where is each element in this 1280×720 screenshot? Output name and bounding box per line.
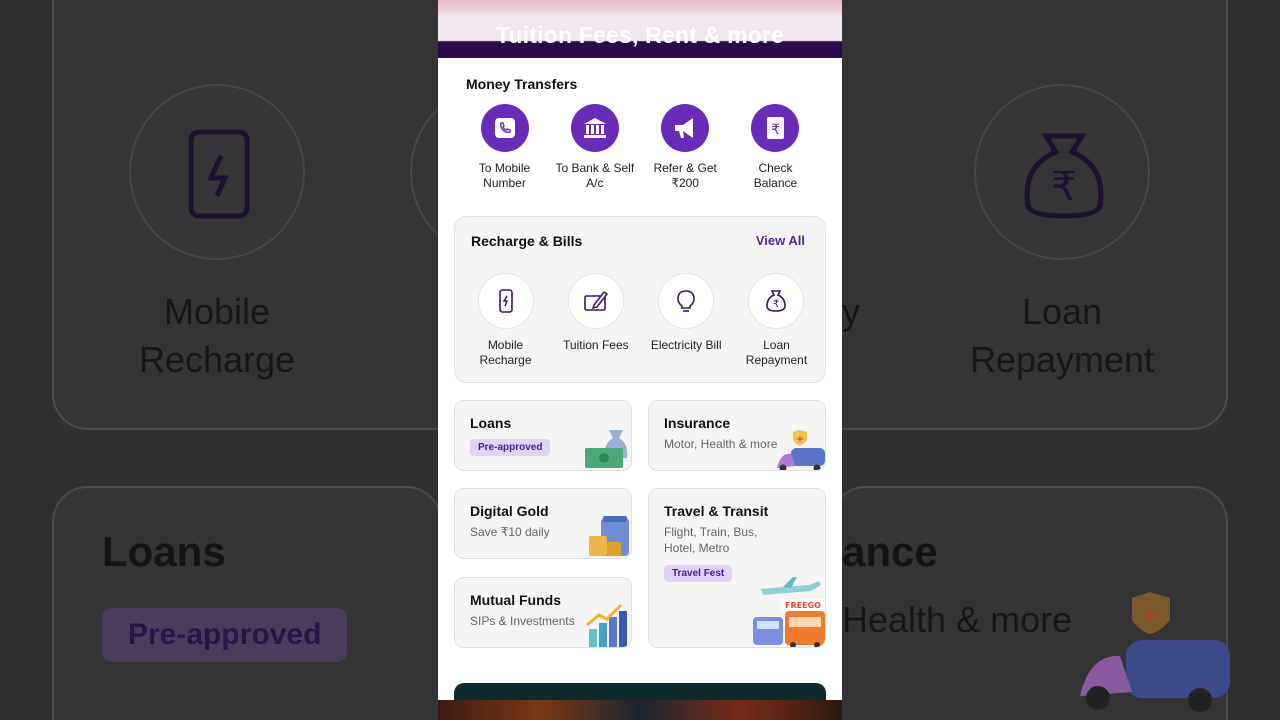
insurance-tile[interactable]: Insurance Motor, Health & more +: [648, 400, 826, 471]
tuition-icon: [567, 273, 624, 329]
insurance-title: Insurance: [664, 415, 731, 431]
loans-tile[interactable]: Loans Pre-approved: [454, 400, 632, 471]
banner-title: Tuition Fees, Rent & more: [495, 22, 785, 48]
mutual-funds-title: Mutual Funds: [470, 592, 561, 608]
mutual-funds-subtitle: SIPs & Investments: [470, 614, 575, 628]
electricity-bill-button[interactable]: Electricity Bill: [642, 273, 731, 368]
promo-label: FREEGO: [785, 601, 821, 610]
loan-repayment-label: Loan Repayment: [745, 338, 808, 367]
bg-mobile-recharge-label: Mobile Recharge: [138, 291, 296, 380]
mobile-recharge-label: Mobile Recharge: [479, 338, 532, 367]
digital-gold-title: Digital Gold: [470, 503, 549, 519]
mobile-charge-icon: [477, 273, 534, 329]
travel-vehicles-icon: FREEGO: [753, 577, 825, 647]
to-mobile-number-button[interactable]: To Mobile Number: [460, 104, 549, 191]
bulb-icon: [658, 273, 715, 329]
bg-mobile-circle: [129, 84, 305, 260]
refer-and-get-label: Refer & Get ₹200: [653, 161, 717, 190]
bg-loans-card: [52, 486, 442, 720]
bg-car-scooter-icon: +: [1080, 592, 1230, 712]
svg-text:₹: ₹: [1051, 164, 1076, 210]
growth-chart-icon: [586, 603, 627, 647]
to-bank-label: To Bank & Self A/c: [555, 161, 635, 190]
mutual-funds-tile[interactable]: Mutual Funds SIPs & Investments: [454, 577, 632, 648]
tuition-fees-label: Tuition Fees: [563, 338, 629, 352]
money-stack-icon: [585, 430, 628, 468]
bank-icon: [570, 104, 619, 152]
bg-insurance-partial: ance: [842, 528, 938, 575]
electricity-bill-label: Electricity Bill: [650, 338, 722, 352]
travel-title: Travel & Transit: [664, 503, 769, 519]
mobile-recharge-button[interactable]: Mobile Recharge: [461, 273, 550, 368]
money-transfers-row: To Mobile Number To Bank & Self A/c Refe…: [460, 104, 820, 191]
megaphone-icon: [661, 104, 710, 152]
svg-text:+: +: [1141, 600, 1161, 628]
view-all-link[interactable]: View All: [756, 233, 805, 248]
video-strip: [438, 700, 842, 720]
recharge-bills-row: Mobile Recharge Tuition Fees Electricity…: [461, 273, 821, 368]
money-transfers-title: Money Transfers: [466, 76, 578, 92]
phone-screen: Tuition Fees, Rent & more Money Transfer…: [438, 0, 842, 720]
to-mobile-number-label: To Mobile Number: [478, 161, 531, 190]
money-bag-icon: ₹: [748, 273, 805, 329]
promo-banner[interactable]: Tuition Fees, Rent & more: [438, 0, 842, 58]
check-balance-label: Check Balance: [753, 161, 798, 190]
phone-icon: [480, 104, 529, 152]
insurance-subtitle: Motor, Health & more: [664, 437, 778, 451]
gold-jar-icon: [589, 516, 629, 556]
recharge-bills-card: Recharge & Bills View All Mobile Recharg…: [454, 216, 826, 383]
to-bank-button[interactable]: To Bank & Self A/c: [550, 104, 639, 191]
svg-text:+: +: [796, 434, 804, 445]
loan-repayment-button[interactable]: ₹ Loan Repayment: [732, 273, 821, 368]
travel-fest-badge: Travel Fest: [664, 565, 733, 582]
bg-preapproved-badge: Pre-approved: [102, 608, 348, 662]
travel-subtitle-line1: Flight, Train, Bus,: [664, 525, 758, 539]
svg-text:₹: ₹: [773, 299, 779, 310]
digital-gold-subtitle: Save ₹10 daily: [470, 525, 550, 539]
check-balance-button[interactable]: ₹ Check Balance: [731, 104, 820, 191]
travel-transit-tile[interactable]: Travel & Transit Flight, Train, Bus, Hot…: [648, 488, 826, 648]
bg-loans-title: Loans: [102, 528, 226, 575]
loans-title: Loans: [470, 415, 512, 431]
recharge-bills-title: Recharge & Bills: [471, 233, 583, 249]
bg-partial-label: y: [842, 291, 860, 332]
rupee-book-icon: ₹: [751, 104, 800, 152]
digital-gold-tile[interactable]: Digital Gold Save ₹10 daily: [454, 488, 632, 559]
bg-money-bag-icon: ₹: [1024, 133, 1104, 219]
bg-loan-circle: ₹: [974, 84, 1150, 260]
tuition-fees-button[interactable]: Tuition Fees: [551, 273, 640, 368]
car-scooter-icon: +: [777, 430, 825, 470]
bg-loan-repayment-label: Loan Repayment: [969, 291, 1155, 380]
refer-and-get-button[interactable]: Refer & Get ₹200: [641, 104, 730, 191]
svg-text:₹: ₹: [772, 122, 781, 138]
bg-mobile-charge-icon: [188, 129, 250, 219]
preapproved-badge: Pre-approved: [470, 439, 551, 456]
travel-subtitle-line2: Hotel, Metro: [664, 541, 730, 555]
